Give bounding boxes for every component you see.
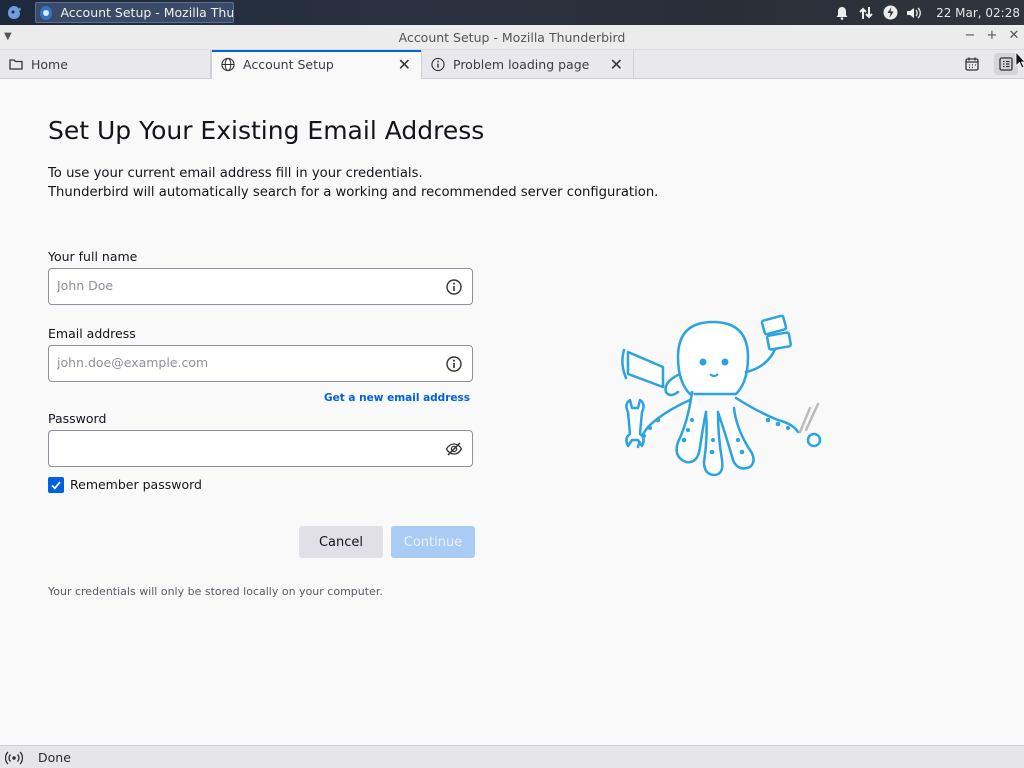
tab-account-setup[interactable]: Account Setup ✕ [211, 50, 422, 79]
network-transfer-icon[interactable] [854, 0, 878, 25]
system-tray: 22 Mar, 02:28 [830, 0, 1024, 25]
remember-password-label[interactable]: Remember password [70, 477, 202, 492]
password-input[interactable] [57, 440, 427, 455]
globe-icon [221, 57, 235, 72]
continue-button[interactable]: Continue [391, 526, 475, 558]
octopus-mascot-illustration [618, 312, 828, 492]
credentials-footnote: Your credentials will only be stored loc… [48, 585, 383, 598]
info-icon[interactable] [445, 355, 463, 373]
checkmark-icon [51, 481, 61, 490]
calendar-icon[interactable] [960, 53, 984, 75]
thunderbird-icon [40, 5, 53, 20]
taskbar-window-title: Account Setup - Mozilla Thun... [60, 5, 233, 20]
intro-line: To use your current email address fill i… [48, 166, 423, 181]
bell-icon[interactable] [830, 0, 854, 25]
tab-label: Account Setup [243, 57, 334, 72]
tab-problem-loading[interactable]: Problem loading page ✕ [422, 50, 634, 78]
password-label: Password [48, 411, 107, 426]
minimize-button[interactable]: − [962, 28, 978, 43]
volume-icon[interactable] [902, 0, 926, 25]
close-window-button[interactable]: ✕ [1006, 28, 1022, 43]
cancel-button[interactable]: Cancel [299, 526, 383, 558]
clock[interactable]: 22 Mar, 02:28 [926, 6, 1024, 20]
tab-bar: Home Account Setup ✕ Problem loading pag… [0, 50, 1024, 79]
mouse-cursor [1015, 50, 1024, 73]
email-label: Email address [48, 326, 136, 341]
email-field[interactable] [48, 345, 473, 382]
status-bar: Done [0, 745, 1024, 768]
tab-label: Problem loading page [453, 56, 590, 72]
window-titlebar: ▼ Account Setup - Mozilla Thunderbird − … [0, 25, 1024, 50]
tab-home[interactable]: Home [0, 50, 211, 78]
full-name-field[interactable] [48, 268, 473, 305]
password-field[interactable] [48, 430, 473, 467]
maximize-button[interactable]: + [984, 28, 1000, 43]
tab-close-icon[interactable]: ✕ [610, 55, 623, 74]
window-title: Account Setup - Mozilla Thunderbird [398, 30, 626, 45]
full-name-input[interactable] [57, 278, 427, 293]
email-input[interactable] [57, 355, 427, 370]
tab-close-icon[interactable]: ✕ [398, 55, 411, 74]
tab-label: Home [31, 56, 68, 72]
get-new-email-link[interactable]: Get a new email address [324, 392, 470, 404]
status-text: Done [38, 750, 71, 765]
power-icon[interactable] [878, 0, 902, 25]
eye-slash-icon[interactable] [445, 440, 463, 458]
os-top-panel: Account Setup - Mozilla Thun... 22 Mar, … [0, 0, 1024, 25]
intro-line: Thunderbird will automatically search fo… [48, 185, 659, 200]
app-menu-icon[interactable] [4, 3, 24, 22]
intro-text: To use your current email address fill i… [48, 164, 658, 202]
folder-icon [9, 57, 23, 71]
page-title: Set Up Your Existing Email Address [48, 116, 485, 145]
remember-password-checkbox[interactable] [48, 477, 64, 493]
online-status-icon[interactable] [4, 750, 24, 768]
full-name-label: Your full name [48, 249, 138, 264]
info-icon[interactable] [445, 278, 463, 296]
info-icon [431, 57, 445, 71]
taskbar-window-button[interactable]: Account Setup - Mozilla Thun... [35, 2, 234, 23]
